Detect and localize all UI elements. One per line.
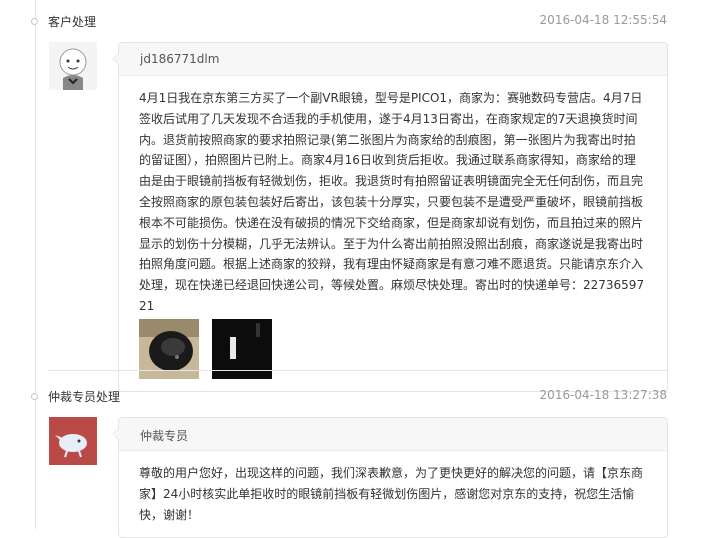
bubble-header: jd186771dlm xyxy=(119,43,667,76)
author-name: 仲裁专员 xyxy=(140,429,189,443)
avatar xyxy=(49,42,97,90)
attachments xyxy=(119,317,667,391)
divider xyxy=(48,370,668,371)
timeline-entry-arbitrator: 仲裁专员处理 2016-04-18 13:27:38 仲裁专员 尊敬的用户您好，… xyxy=(0,386,721,538)
cartoon-avatar-icon xyxy=(49,42,97,90)
role-label: 仲裁专员处理 xyxy=(48,390,121,404)
timeline-dot xyxy=(31,18,38,25)
jd-mascot-avatar-icon xyxy=(49,417,97,465)
message-text: 4月1日我在京东第三方买了一个副VR眼镜，型号是PICO1，商家为：赛驰数码专营… xyxy=(139,91,645,313)
message-bubble: 仲裁专员 尊敬的用户您好，出现这样的问题，我们深表歉意，为了更快更好的解决您的问… xyxy=(112,417,668,538)
timestamp: 2016-04-18 12:55:54 xyxy=(539,13,667,27)
timeline-line xyxy=(35,0,36,529)
entry-header: 仲裁专员处理 2016-04-18 13:27:38 xyxy=(0,386,721,408)
message-text: 尊敬的用户您好，出现这样的问题，我们深表歉意，为了更快更好的解决您的问题，请【京… xyxy=(139,466,644,522)
timestamp: 2016-04-18 13:27:38 xyxy=(539,388,667,402)
message-bubble: jd186771dlm 4月1日我在京东第三方买了一个副VR眼镜，型号是PICO… xyxy=(112,42,668,392)
bubble-header: 仲裁专员 xyxy=(119,418,667,451)
entry-header: 客户处理 2016-04-18 12:55:54 xyxy=(0,11,721,33)
timeline-entry-customer: 客户处理 2016-04-18 12:55:54 jd186771dlm 4月1… xyxy=(0,11,721,392)
avatar xyxy=(49,417,97,465)
role-label: 客户处理 xyxy=(48,15,97,29)
author-name: jd186771dlm xyxy=(140,52,220,66)
timeline-dot xyxy=(31,393,38,400)
